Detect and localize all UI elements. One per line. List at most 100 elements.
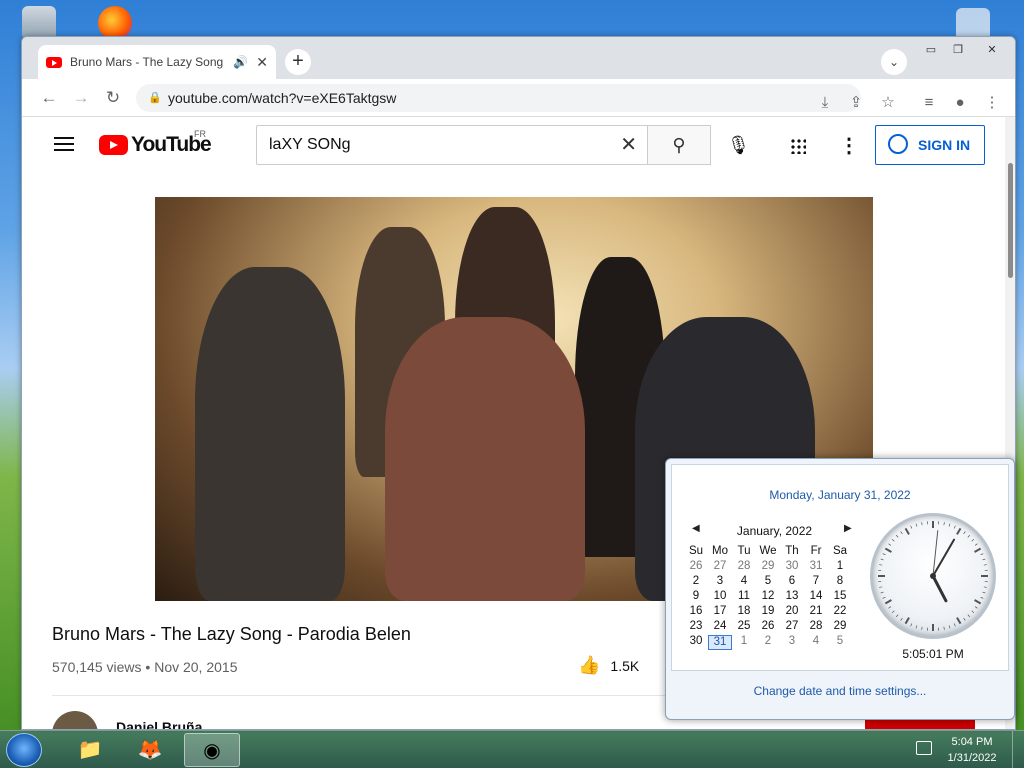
like-button[interactable]: 👍 1.5K bbox=[578, 655, 639, 676]
file-explorer-icon[interactable]: 📁 bbox=[62, 733, 118, 767]
calendar-day[interactable]: 28 bbox=[732, 560, 756, 575]
calendar-day[interactable]: 27 bbox=[780, 620, 804, 635]
calendar-day[interactable]: 7 bbox=[804, 575, 828, 590]
calendar-day[interactable]: 4 bbox=[732, 575, 756, 590]
scrollbar-thumb[interactable] bbox=[1008, 163, 1013, 278]
like-count: 1.5K bbox=[610, 657, 640, 674]
network-icon[interactable] bbox=[916, 741, 932, 755]
settings-more-icon[interactable]: ⋮ bbox=[839, 133, 859, 158]
calendar-day[interactable]: 29 bbox=[828, 620, 852, 635]
close-window-button[interactable]: ✕ bbox=[980, 41, 1004, 59]
speaker-icon[interactable]: 🔊 bbox=[233, 55, 248, 69]
chrome-icon[interactable]: ◉ bbox=[184, 733, 240, 767]
calendar-day[interactable]: 17 bbox=[708, 605, 732, 620]
calendar-day[interactable]: 15 bbox=[828, 590, 852, 605]
calendar-day[interactable]: 10 bbox=[708, 590, 732, 605]
calendar-day[interactable]: 26 bbox=[756, 620, 780, 635]
clock-tick bbox=[967, 614, 971, 618]
calendar-day[interactable]: 1 bbox=[732, 635, 756, 650]
minimize-button[interactable]: ▭ bbox=[919, 41, 943, 59]
calendar-day[interactable]: 31 bbox=[804, 560, 828, 575]
weekday-label: Sa bbox=[832, 545, 848, 557]
maximize-button[interactable]: ❐ bbox=[946, 41, 970, 59]
calendar-day[interactable]: 30 bbox=[684, 635, 708, 650]
clock-tick bbox=[895, 614, 899, 618]
media-control-icon[interactable]: ≡ bbox=[919, 93, 939, 113]
calendar-day[interactable]: 29 bbox=[756, 560, 780, 575]
video-figure bbox=[195, 267, 345, 601]
search-button[interactable]: ⚲ bbox=[647, 125, 711, 165]
apps-grid-icon[interactable] bbox=[790, 138, 806, 154]
full-date-link[interactable]: Monday, January 31, 2022 bbox=[672, 488, 1008, 502]
calendar-day[interactable]: 20 bbox=[780, 605, 804, 620]
calendar-day[interactable]: 4 bbox=[804, 635, 828, 650]
change-date-time-link[interactable]: Change date and time settings... bbox=[666, 684, 1014, 698]
search-input[interactable]: laXY SONg ✕ bbox=[256, 125, 648, 165]
calendar-day[interactable]: 2 bbox=[756, 635, 780, 650]
calendar-day[interactable]: 21 bbox=[804, 605, 828, 620]
prev-month-icon[interactable]: ◀ bbox=[692, 523, 700, 534]
calendar-day[interactable]: 30 bbox=[780, 560, 804, 575]
firefox-icon[interactable]: 🦊 bbox=[122, 733, 178, 767]
calendar-day[interactable]: 5 bbox=[828, 635, 852, 650]
lock-icon[interactable]: 🔒 bbox=[148, 84, 162, 112]
clock-tick bbox=[974, 599, 982, 605]
calendar-day[interactable]: 22 bbox=[828, 605, 852, 620]
calendar-day[interactable]: 14 bbox=[804, 590, 828, 605]
calendar-day[interactable]: 19 bbox=[756, 605, 780, 620]
clock-tick bbox=[982, 558, 986, 561]
calendar-day[interactable]: 8 bbox=[828, 575, 852, 590]
calendar-day[interactable]: 13 bbox=[780, 590, 804, 605]
share-icon[interactable]: ⇪ bbox=[846, 93, 866, 113]
next-month-icon[interactable]: ▶ bbox=[844, 523, 852, 534]
calendar-day[interactable]: 9 bbox=[684, 590, 708, 605]
chrome-menu-icon[interactable]: ⋮ bbox=[982, 93, 1002, 113]
install-icon[interactable]: ⤓ bbox=[815, 93, 835, 113]
new-tab-button[interactable]: + bbox=[285, 49, 311, 75]
calendar-week: 2345678 bbox=[684, 575, 864, 590]
calendar-day[interactable]: 12 bbox=[756, 590, 780, 605]
calendar-day[interactable]: 24 bbox=[708, 620, 732, 635]
back-button[interactable]: ← bbox=[38, 87, 60, 109]
calendar-day[interactable]: 2 bbox=[684, 575, 708, 590]
show-desktop-button[interactable] bbox=[1012, 731, 1024, 768]
microphone-icon[interactable]: 🎙 bbox=[727, 135, 750, 156]
calendar-day[interactable]: 26 bbox=[684, 560, 708, 575]
calendar-day[interactable]: 11 bbox=[732, 590, 756, 605]
month-label[interactable]: January, 2022 bbox=[712, 524, 837, 538]
close-tab-icon[interactable]: ✕ bbox=[256, 54, 268, 71]
forward-button[interactable]: → bbox=[70, 87, 92, 109]
firefox-desktop-icon[interactable] bbox=[98, 6, 132, 40]
clock-tick bbox=[974, 543, 978, 546]
calendar-day[interactable]: 28 bbox=[804, 620, 828, 635]
calendar-week: 30 31 1 2 3 4 5 bbox=[684, 635, 864, 650]
calendar-day[interactable]: 18 bbox=[732, 605, 756, 620]
clock-tick bbox=[943, 626, 945, 630]
clear-search-icon[interactable]: ✕ bbox=[620, 126, 637, 164]
calendar-day[interactable]: 25 bbox=[732, 620, 756, 635]
channel-name[interactable]: Daniel Bruña bbox=[116, 719, 202, 729]
bookmark-star-icon[interactable]: ☆ bbox=[878, 93, 898, 113]
hamburger-menu-icon[interactable] bbox=[54, 137, 74, 151]
calendar-day-today[interactable]: 31 bbox=[708, 635, 732, 650]
tab-search-button[interactable]: ⌄ bbox=[881, 49, 907, 75]
sign-in-button[interactable]: SIGN IN bbox=[875, 125, 985, 165]
calendar-day[interactable]: 1 bbox=[828, 560, 852, 575]
start-button[interactable] bbox=[6, 733, 42, 767]
calendar-day[interactable]: 16 bbox=[684, 605, 708, 620]
recycle-bin-icon[interactable] bbox=[22, 6, 56, 40]
reload-button[interactable]: ↻ bbox=[102, 87, 124, 109]
calendar-day[interactable]: 6 bbox=[780, 575, 804, 590]
tray-clock[interactable]: 5:04 PM 1/31/2022 bbox=[936, 734, 1008, 766]
calendar-day[interactable]: 3 bbox=[780, 635, 804, 650]
calendar-day[interactable]: 23 bbox=[684, 620, 708, 635]
calendar-day[interactable]: 3 bbox=[708, 575, 732, 590]
clock-tick bbox=[891, 610, 895, 614]
calendar-day[interactable]: 5 bbox=[756, 575, 780, 590]
channel-avatar[interactable] bbox=[52, 711, 98, 729]
address-bar[interactable]: 🔒 youtube.com/watch?v=eXE6Taktgsw bbox=[136, 84, 861, 112]
profile-icon[interactable]: ● bbox=[950, 93, 970, 113]
calendar-day[interactable]: 27 bbox=[708, 560, 732, 575]
tab-youtube[interactable]: Bruno Mars - The Lazy Song 🔊 ✕ bbox=[38, 45, 276, 79]
calendar-week: 9 10 11 12 13 14 15 bbox=[684, 590, 864, 605]
